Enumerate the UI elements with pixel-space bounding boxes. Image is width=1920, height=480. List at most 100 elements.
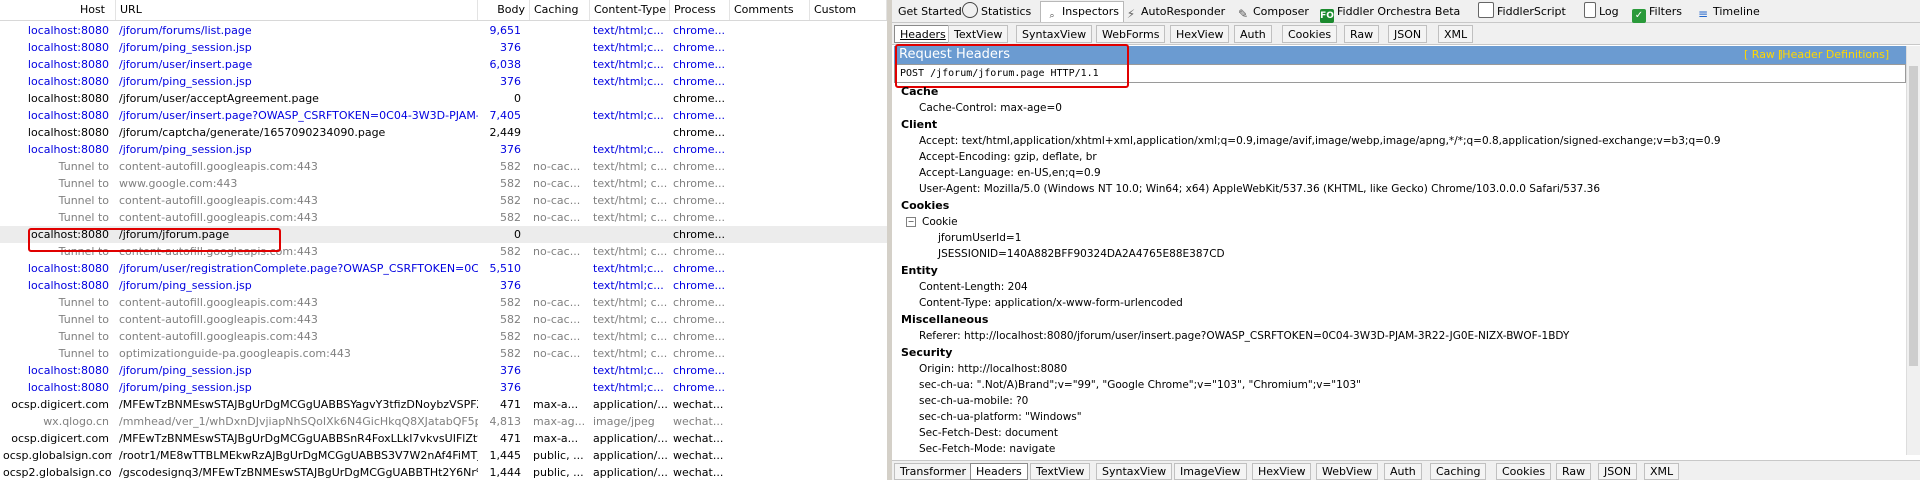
tab-inspectors[interactable]: ⌕ Inspectors — [1040, 1, 1125, 22]
header-line[interactable]: sec-ch-ua-mobile: ?0 — [919, 393, 1028, 409]
session-row[interactable]: localhost:8080/jforum/user/insert.page 6,… — [0, 56, 887, 73]
session-content-type: text/html; c... — [593, 194, 668, 207]
session-row[interactable]: localhost:8080/jforum/ping_session.jsp 37… — [0, 277, 887, 294]
tab-composer[interactable]: ✎ Composer — [1232, 2, 1313, 21]
header-line[interactable]: Content-Length: 204 — [919, 279, 1028, 295]
req-tab-hexview[interactable]: HexView — [1170, 25, 1230, 43]
header-line[interactable]: Accept: text/html,application/xhtml+xml,… — [919, 133, 1721, 149]
session-row[interactable]: localhost:8080/jforum/ping_session.jsp 37… — [0, 362, 887, 379]
collapse-icon[interactable]: − — [906, 217, 916, 227]
resp-tab-webview[interactable]: WebView — [1316, 463, 1379, 480]
req-tab-auth[interactable]: Auth — [1234, 25, 1272, 43]
session-row[interactable]: localhost:8080/jforum/user/registrationC… — [0, 260, 887, 277]
resp-tab-auth[interactable]: Auth — [1384, 463, 1422, 480]
req-tab-xml[interactable]: XML — [1438, 25, 1474, 43]
header-line[interactable]: Cache-Control: max-age=0 — [919, 100, 1062, 116]
group-miscellaneous[interactable]: Miscellaneous — [901, 312, 988, 328]
resp-tab-imageview[interactable]: ImageView — [1174, 463, 1247, 480]
session-url: /jforum/ping_session.jsp — [119, 364, 252, 377]
session-row[interactable]: ocsp.globalsign.com/rootr1/ME8wTTBLMEkwR… — [0, 447, 887, 464]
req-tab-textview[interactable]: TextView — [948, 25, 1009, 43]
resp-tab-syntaxview[interactable]: SyntaxView — [1096, 463, 1173, 480]
session-row[interactable]: Tunnel to content-autofill.googleapis.com… — [0, 209, 887, 226]
session-row[interactable]: Tunnel to optimizationguide-pa.googleapis… — [0, 345, 887, 362]
col-caching[interactable]: Caching — [530, 0, 590, 20]
req-tab-headers[interactable]: Headers — [894, 25, 952, 43]
col-comments[interactable]: Comments — [730, 0, 810, 20]
group-cache[interactable]: Cache — [901, 84, 938, 100]
col-url[interactable]: URL — [116, 0, 478, 20]
resp-tab-xml[interactable]: XML — [1644, 463, 1680, 480]
session-row[interactable]: localhost:8080/jforum/captcha/generate/1… — [0, 124, 887, 141]
tab-log[interactable]: Log — [1580, 2, 1623, 21]
tab-get-started[interactable]: Get Started — [894, 2, 966, 21]
session-row[interactable]: localhost:8080/jforum/user/insert.page?O… — [0, 107, 887, 124]
resp-tab-hexview[interactable]: HexView — [1252, 463, 1312, 480]
header-line[interactable]: User-Agent: Mozilla/5.0 (Windows NT 10.0… — [919, 181, 1600, 197]
resp-tab-caching[interactable]: Caching — [1430, 463, 1487, 480]
header-line[interactable]: Sec-Fetch-Dest: document — [919, 425, 1058, 441]
tab-fiddlerscript[interactable]: FiddlerScript — [1474, 2, 1570, 21]
session-row[interactable]: localhost:8080/jforum/ping_session.jsp 37… — [0, 39, 887, 56]
session-body: 471 — [500, 432, 521, 445]
req-tab-webforms[interactable]: WebForms — [1096, 25, 1166, 43]
cookie-node[interactable]: Cookie — [922, 214, 958, 230]
resp-tab-transformer[interactable]: Transformer — [894, 463, 973, 480]
session-row[interactable]: Tunnel to www.google.com:443 582 no-cac... t… — [0, 175, 887, 192]
header-line[interactable]: sec-ch-ua: ".Not/A)Brand";v="99", "Googl… — [919, 377, 1361, 393]
session-row[interactable]: ocsp.digicert.com/MFEwTzBNMEswSTAJBgUrDg… — [0, 430, 887, 447]
tab-filters[interactable]: ✓ Filters — [1628, 2, 1686, 23]
resp-tab-raw[interactable]: Raw — [1556, 463, 1592, 480]
header-line[interactable]: sec-ch-ua-platform: "Windows" — [919, 409, 1082, 425]
session-row[interactable]: Tunnel to content-autofill.googleapis.com… — [0, 192, 887, 209]
tab-statistics[interactable]: Statistics — [958, 2, 1035, 21]
group-entity[interactable]: Entity — [901, 263, 938, 279]
tab-fiddler-orchestra[interactable]: FO Fiddler Orchestra Beta — [1316, 2, 1464, 23]
resp-tab-cookies[interactable]: Cookies — [1496, 463, 1552, 480]
session-row[interactable]: Tunnel to content-autofill.googleapis.com… — [0, 311, 887, 328]
header-line[interactable]: Content-Type: application/x-www-form-url… — [919, 295, 1183, 311]
header-line[interactable]: Referer: http://localhost:8080/jforum/us… — [919, 328, 1569, 344]
req-tab-json[interactable]: JSON — [1388, 25, 1428, 43]
group-cookies[interactable]: Cookies — [901, 198, 949, 214]
req-tab-raw[interactable]: Raw — [1344, 25, 1380, 43]
session-process: wechat... — [673, 466, 724, 479]
session-row[interactable]: localhost:8080/jforum/ping_session.jsp 37… — [0, 73, 887, 90]
session-caching: no-cac... — [533, 245, 581, 258]
session-row[interactable]: Tunnel to content-autofill.googleapis.com… — [0, 294, 887, 311]
header-line[interactable]: Origin: http://localhost:8080 — [919, 361, 1067, 377]
group-client[interactable]: Client — [901, 117, 937, 133]
header-definitions-link[interactable]: [Header Definitions] — [1778, 46, 1889, 64]
header-line[interactable]: Accept-Language: en-US,en;q=0.9 — [919, 165, 1101, 181]
session-row[interactable]: wx.qlogo.cn/mmhead/ver_1/whDxnDJvjiapNhS… — [0, 413, 887, 430]
session-row[interactable]: localhost:8080/jforum/forums/list.page 9,… — [0, 22, 887, 39]
col-host[interactable]: Host — [0, 0, 116, 20]
req-tab-cookies[interactable]: Cookies — [1282, 25, 1338, 43]
col-content-type[interactable]: Content-Type — [590, 0, 670, 20]
header-line[interactable]: Sec-Fetch-Mode: navigate — [919, 441, 1055, 455]
headers-tree: Cache Cache-Control: max-age=0 Client Ac… — [894, 83, 1906, 455]
session-row[interactable]: ocsp.digicert.com/MFEwTzBNMEswSTAJBgUrDg… — [0, 396, 887, 413]
resp-tab-json[interactable]: JSON — [1598, 463, 1638, 480]
session-row[interactable]: localhost:8080/jforum/ping_session.jsp 37… — [0, 379, 887, 396]
tab-timeline[interactable]: ≡ Timeline — [1692, 2, 1764, 21]
session-row[interactable]: ocsp2.globalsign.com/gscodesignq3/MFEwTz… — [0, 464, 887, 480]
raw-link[interactable]: [ Raw ] — [1744, 46, 1783, 64]
tab-autoresponder[interactable]: ⚡ AutoResponder — [1120, 2, 1229, 21]
col-custom[interactable]: Custom — [810, 0, 887, 20]
cookie-line[interactable]: JSESSIONID=140A882BFF90324DA2A4765E88E38… — [938, 246, 1225, 262]
col-process[interactable]: Process — [670, 0, 730, 20]
req-tab-syntaxview[interactable]: SyntaxView — [1016, 25, 1093, 43]
session-row[interactable]: Tunnel to content-autofill.googleapis.com… — [0, 158, 887, 175]
cookie-line[interactable]: jforumUserId=1 — [938, 230, 1021, 246]
session-row[interactable]: localhost:8080/jforum/user/acceptAgreeme… — [0, 90, 887, 107]
col-body[interactable]: Body — [478, 0, 530, 20]
group-security[interactable]: Security — [901, 345, 952, 361]
resp-tab-textview[interactable]: TextView — [1030, 463, 1091, 480]
resp-tab-headers[interactable]: Headers — [970, 463, 1028, 480]
scrollbar-thumb[interactable] — [1909, 66, 1918, 366]
session-row[interactable]: localhost:8080/jforum/ping_session.jsp 37… — [0, 141, 887, 158]
session-row[interactable]: Tunnel to content-autofill.googleapis.com… — [0, 328, 887, 345]
header-line[interactable]: Accept-Encoding: gzip, deflate, br — [919, 149, 1097, 165]
headers-scrollbar[interactable] — [1906, 46, 1920, 455]
